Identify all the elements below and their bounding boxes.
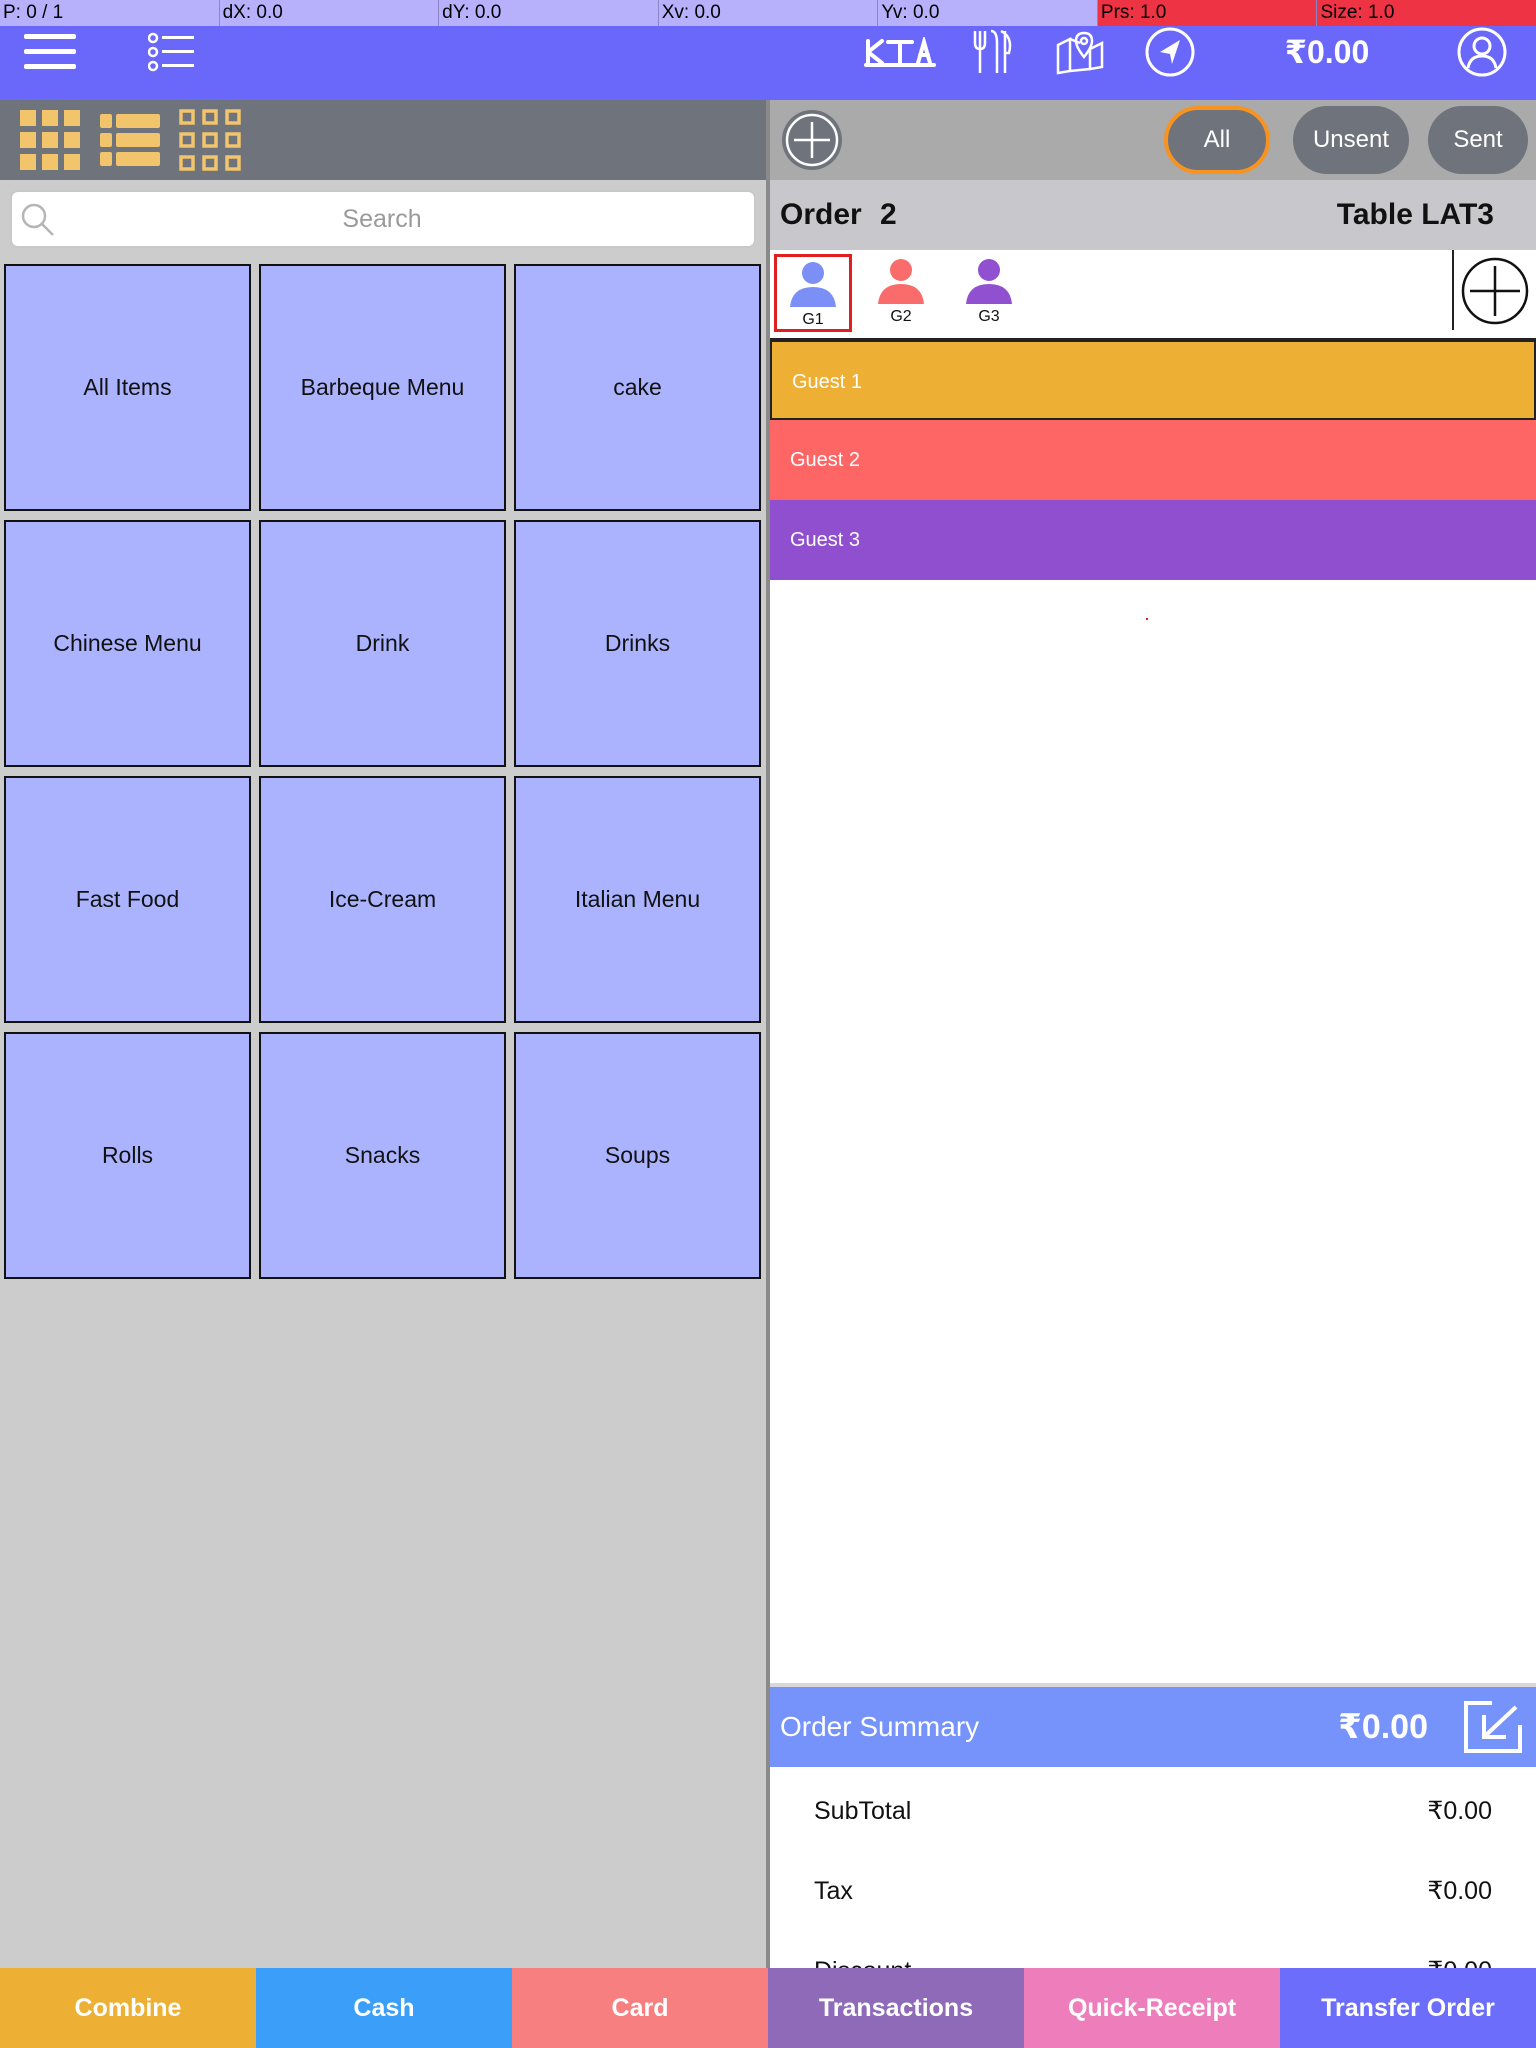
order-summary-title: Order Summary bbox=[780, 1711, 980, 1742]
category-tile[interactable]: All Items bbox=[4, 264, 251, 511]
guest-separator bbox=[1452, 250, 1454, 330]
combine-button[interactable]: Combine bbox=[0, 1968, 256, 2048]
search-icon bbox=[20, 202, 56, 243]
pressure: Prs: 1.0 bbox=[1096, 0, 1317, 26]
navigation-icon[interactable] bbox=[1142, 26, 1198, 78]
discount-label: Discount bbox=[814, 1931, 911, 1968]
order-panel: All Unsent Sent Order 2 Table LAT3 G1 G2… bbox=[770, 100, 1536, 1968]
search-box bbox=[10, 190, 756, 248]
category-tile[interactable]: Barbeque Menu bbox=[259, 264, 506, 511]
touch-marker bbox=[1146, 618, 1148, 620]
large-grid-icon[interactable] bbox=[18, 108, 82, 172]
guest-tab-label: G1 bbox=[802, 311, 824, 328]
filter-all-button[interactable]: All bbox=[1164, 106, 1270, 174]
view-toolbar bbox=[0, 100, 768, 180]
guest-selector: G1 G2 G3 bbox=[770, 250, 1536, 338]
quick-receipt-button[interactable]: Quick-Receipt bbox=[1024, 1968, 1280, 2048]
category-tile[interactable]: Snacks bbox=[259, 1032, 506, 1279]
order-number: 2 bbox=[880, 198, 897, 231]
category-tile[interactable]: Chinese Menu bbox=[4, 520, 251, 767]
menu-icon[interactable] bbox=[20, 26, 80, 78]
fork-knife-icon[interactable] bbox=[966, 26, 1016, 78]
guest-avatar-icon bbox=[878, 259, 924, 304]
delta-x: dX: 0.0 bbox=[218, 0, 439, 26]
kitchen-logo-icon[interactable] bbox=[862, 26, 938, 78]
category-tile[interactable]: Italian Menu bbox=[514, 776, 761, 1023]
subtotal-value: ₹0.00 bbox=[1427, 1797, 1492, 1825]
add-order-icon[interactable] bbox=[780, 108, 844, 172]
app-bar: ₹0.00 bbox=[0, 26, 1536, 100]
transactions-button[interactable]: Transactions bbox=[768, 1968, 1024, 2048]
guest-avatar-icon bbox=[790, 262, 836, 307]
order-summary-total: ₹0.00 bbox=[1338, 1708, 1428, 1746]
discount-row: Discount ₹0.00 bbox=[770, 1931, 1536, 1968]
map-pin-icon[interactable] bbox=[1054, 26, 1106, 78]
order-label: Order bbox=[780, 198, 862, 231]
order-toolbar: All Unsent Sent bbox=[770, 100, 1536, 180]
filter-unsent-button[interactable]: Unsent bbox=[1293, 106, 1409, 174]
collapse-arrow-icon[interactable] bbox=[1462, 1699, 1524, 1755]
category-tile[interactable]: cake bbox=[514, 264, 761, 511]
pointer-count: P: 0 / 1 bbox=[3, 2, 64, 23]
subtotal-label: SubTotal bbox=[814, 1797, 912, 1825]
filter-sent-button[interactable]: Sent bbox=[1428, 106, 1528, 174]
guest-tab-g1[interactable]: G1 bbox=[774, 254, 852, 332]
guest-avatar-icon bbox=[966, 259, 1012, 304]
list-icon[interactable] bbox=[146, 26, 196, 78]
category-tile[interactable]: Drink bbox=[259, 520, 506, 767]
profile-icon[interactable] bbox=[1454, 26, 1510, 78]
category-tile[interactable]: Fast Food bbox=[4, 776, 251, 1023]
header-amount: ₹0.00 bbox=[1284, 34, 1370, 70]
velocity-x: Xv: 0.0 bbox=[657, 0, 878, 26]
transfer-order-button[interactable]: Transfer Order bbox=[1280, 1968, 1536, 2048]
delta-y: dY: 0.0 bbox=[438, 0, 658, 26]
velocity-y: Yv: 0.0 bbox=[877, 0, 1097, 26]
guest-tab-g3[interactable]: G3 bbox=[950, 254, 1028, 332]
list-view-icon[interactable] bbox=[98, 108, 162, 172]
guest-tab-label: G3 bbox=[978, 308, 1000, 325]
tax-row: Tax ₹0.00 bbox=[770, 1851, 1536, 1931]
guest-tab-label: G2 bbox=[890, 308, 912, 325]
search-input[interactable] bbox=[62, 192, 702, 246]
small-grid-icon[interactable] bbox=[178, 108, 242, 172]
guest-row-1[interactable]: Guest 1 bbox=[770, 340, 1536, 420]
card-button[interactable]: Card bbox=[512, 1968, 768, 2048]
category-tile[interactable]: Rolls bbox=[4, 1032, 251, 1279]
cash-button[interactable]: Cash bbox=[256, 1968, 512, 2048]
discount-value: ₹0.00 bbox=[1427, 1931, 1492, 1968]
category-tile[interactable]: Ice-Cream bbox=[259, 776, 506, 1023]
guest-row-3[interactable]: Guest 3 bbox=[770, 500, 1536, 580]
action-bar: Combine Cash Card Transactions Quick-Rec… bbox=[0, 1968, 1536, 2048]
category-panel: All Items Barbeque Menu cake Chinese Men… bbox=[0, 100, 768, 1968]
order-summary-header[interactable]: Order Summary ₹0.00 bbox=[770, 1687, 1536, 1767]
category-grid: All Items Barbeque Menu cake Chinese Men… bbox=[4, 264, 764, 1279]
guest-row-2[interactable]: Guest 2 bbox=[770, 420, 1536, 500]
category-tile[interactable]: Soups bbox=[514, 1032, 761, 1279]
order-header: Order 2 Table LAT3 bbox=[770, 180, 1536, 250]
guest-tab-g2[interactable]: G2 bbox=[862, 254, 940, 332]
subtotal-row: SubTotal ₹0.00 bbox=[770, 1771, 1536, 1851]
tax-label: Tax bbox=[814, 1877, 853, 1905]
category-tile[interactable]: Drinks bbox=[514, 520, 761, 767]
add-guest-icon[interactable] bbox=[1460, 256, 1530, 326]
table-label: Table LAT3 bbox=[1336, 198, 1494, 231]
tax-value: ₹0.00 bbox=[1427, 1877, 1492, 1905]
pointer-debug-bar: P: 0 / 1 dX: 0.0 dY: 0.0 Xv: 0.0 Yv: 0.0… bbox=[0, 0, 1536, 26]
touch-size: Size: 1.0 bbox=[1316, 0, 1536, 26]
